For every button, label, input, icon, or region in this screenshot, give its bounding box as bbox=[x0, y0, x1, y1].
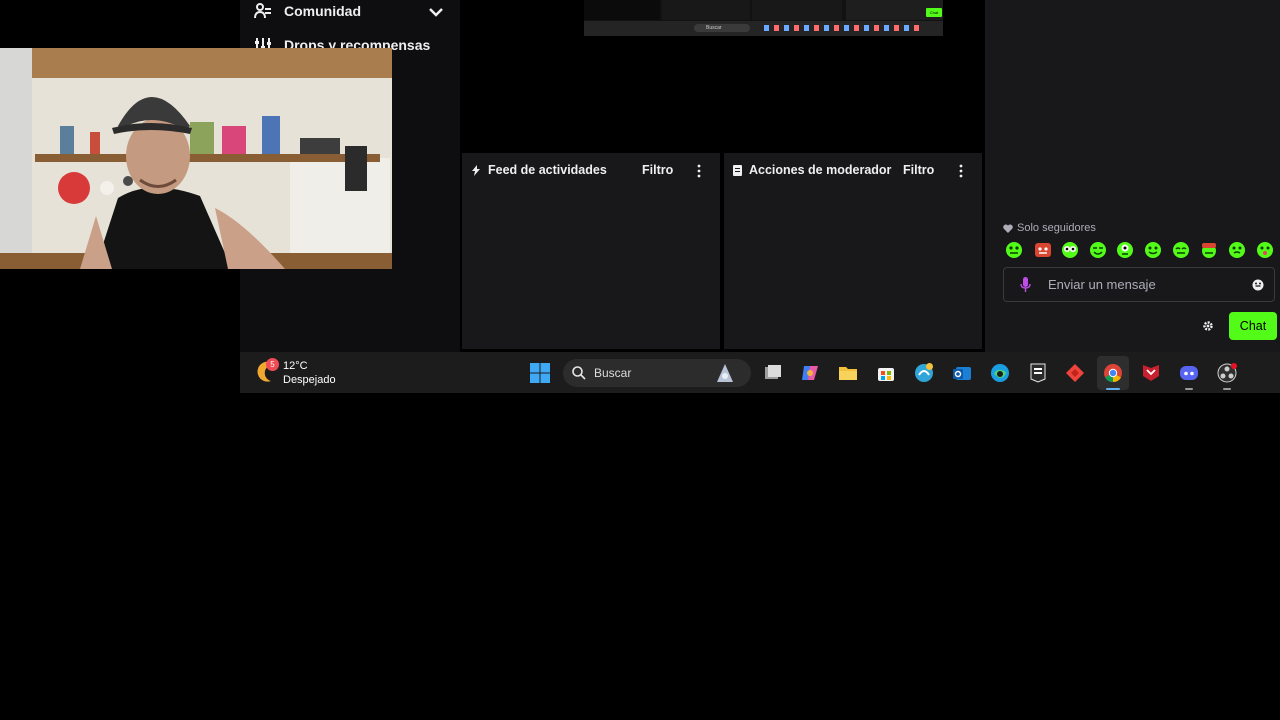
stream-preview-thumbnail: Chat Buscar bbox=[584, 0, 943, 36]
bolt-icon bbox=[472, 164, 480, 176]
emote-icon[interactable] bbox=[1172, 241, 1190, 259]
weather-description[interactable]: Despejado bbox=[283, 374, 336, 386]
emote-icon[interactable] bbox=[1089, 241, 1107, 259]
running-indicator bbox=[1223, 388, 1231, 390]
emote-icon[interactable] bbox=[1034, 241, 1052, 259]
emoji-icon[interactable] bbox=[1252, 279, 1264, 291]
heart-icon bbox=[1003, 223, 1013, 233]
discord-icon[interactable] bbox=[1179, 363, 1199, 383]
emote-icon[interactable] bbox=[1200, 241, 1218, 259]
activity-feed-panel: Feed de actividades Filtro bbox=[462, 153, 720, 349]
copilot-icon[interactable] bbox=[800, 363, 820, 383]
moderator-actions-panel: Acciones de moderador Filtro bbox=[724, 153, 982, 349]
settings-gear-icon[interactable] bbox=[1202, 320, 1214, 332]
document-icon bbox=[733, 164, 742, 176]
chat-message-field[interactable] bbox=[1003, 267, 1275, 302]
edge-dev-icon[interactable] bbox=[914, 363, 934, 383]
emote-icon[interactable] bbox=[1061, 241, 1079, 259]
thumb-search: Buscar bbox=[694, 24, 750, 32]
search-highlight-icon bbox=[717, 364, 733, 382]
filter-button[interactable]: Filtro bbox=[903, 163, 934, 177]
emote-icon[interactable] bbox=[1256, 241, 1274, 259]
anydesk-icon[interactable] bbox=[1065, 363, 1085, 383]
thumb-chat-button: Chat bbox=[926, 8, 942, 17]
emote-icon[interactable] bbox=[1005, 241, 1023, 259]
windows-start-icon[interactable] bbox=[530, 363, 550, 383]
edge-icon[interactable] bbox=[990, 363, 1010, 383]
running-indicator bbox=[1185, 388, 1193, 390]
webcam-image bbox=[0, 48, 392, 269]
thumb-panel bbox=[752, 0, 842, 20]
thumb-taskbar-icons bbox=[764, 25, 924, 31]
outlook-icon[interactable] bbox=[952, 363, 972, 383]
emote-icon[interactable] bbox=[1116, 241, 1134, 259]
send-chat-button[interactable]: Chat bbox=[1229, 312, 1277, 340]
mcafee-icon[interactable] bbox=[1141, 363, 1161, 383]
epic-games-icon[interactable] bbox=[1028, 363, 1048, 383]
users-icon bbox=[254, 3, 271, 19]
chevron-down-icon[interactable] bbox=[428, 4, 444, 20]
webcam-feed bbox=[0, 48, 392, 269]
thumb-panel bbox=[662, 0, 750, 20]
sidebar-item-label: Comunidad bbox=[284, 3, 361, 19]
search-label: Buscar bbox=[594, 366, 632, 380]
microphone-icon[interactable] bbox=[1020, 277, 1031, 293]
weather-temperature[interactable]: 12°C bbox=[283, 360, 308, 372]
emote-icon[interactable] bbox=[1144, 241, 1162, 259]
chrome-icon[interactable] bbox=[1103, 363, 1123, 383]
followers-only-label: Solo seguidores bbox=[1017, 222, 1096, 234]
task-view-icon[interactable] bbox=[763, 363, 783, 383]
more-options-icon[interactable] bbox=[959, 164, 963, 178]
panel-header: Acciones de moderador bbox=[724, 153, 982, 187]
chat-input[interactable] bbox=[1046, 276, 1240, 293]
sidebar-item-comunidad[interactable]: Comunidad bbox=[254, 2, 361, 20]
search-icon bbox=[572, 366, 586, 380]
thumb-panel bbox=[584, 0, 660, 20]
panel-title: Feed de actividades bbox=[488, 163, 607, 177]
more-options-icon[interactable] bbox=[697, 164, 701, 178]
weather-badge: 5 bbox=[266, 358, 279, 371]
microsoft-store-icon[interactable] bbox=[876, 363, 896, 383]
taskbar-search[interactable]: Buscar bbox=[563, 359, 751, 387]
followers-only-indicator: Solo seguidores bbox=[1003, 222, 1096, 234]
panel-header: Feed de actividades bbox=[462, 153, 720, 187]
file-explorer-icon[interactable] bbox=[838, 363, 858, 383]
filter-button[interactable]: Filtro bbox=[642, 163, 673, 177]
obs-icon[interactable] bbox=[1217, 363, 1237, 383]
active-indicator bbox=[1106, 388, 1120, 390]
panel-title: Acciones de moderador bbox=[749, 163, 892, 177]
emote-icon[interactable] bbox=[1228, 241, 1246, 259]
